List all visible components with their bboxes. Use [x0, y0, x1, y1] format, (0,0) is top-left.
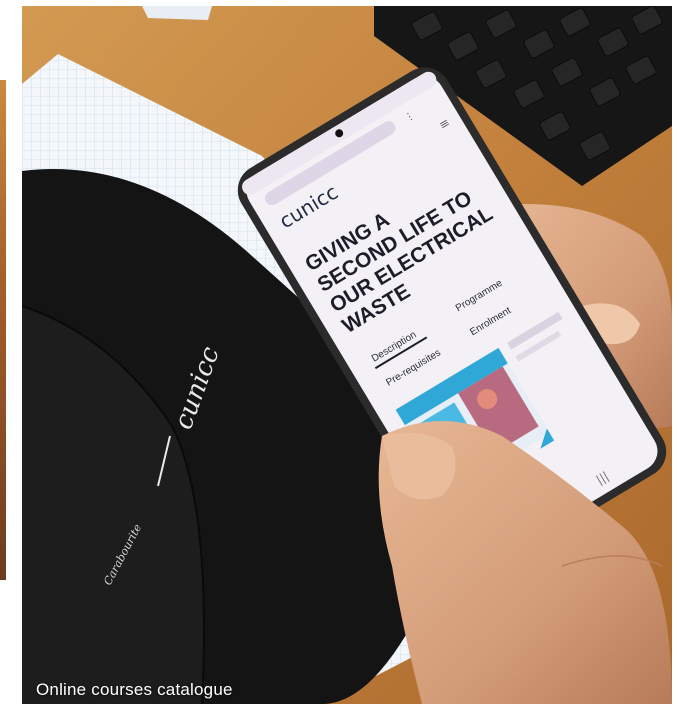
photo-scene: cunicc Carabourite ⋮ cunicc ≡ GIVING A S… [22, 6, 672, 704]
adjacent-image-sliver [0, 80, 6, 580]
photo: cunicc Carabourite ⋮ cunicc ≡ GIVING A S… [22, 6, 672, 704]
image-frame: cunicc Carabourite ⋮ cunicc ≡ GIVING A S… [0, 0, 678, 704]
image-caption: Online courses catalogue [36, 680, 233, 699]
left-margin [0, 0, 22, 704]
paper-scrap [142, 6, 212, 20]
